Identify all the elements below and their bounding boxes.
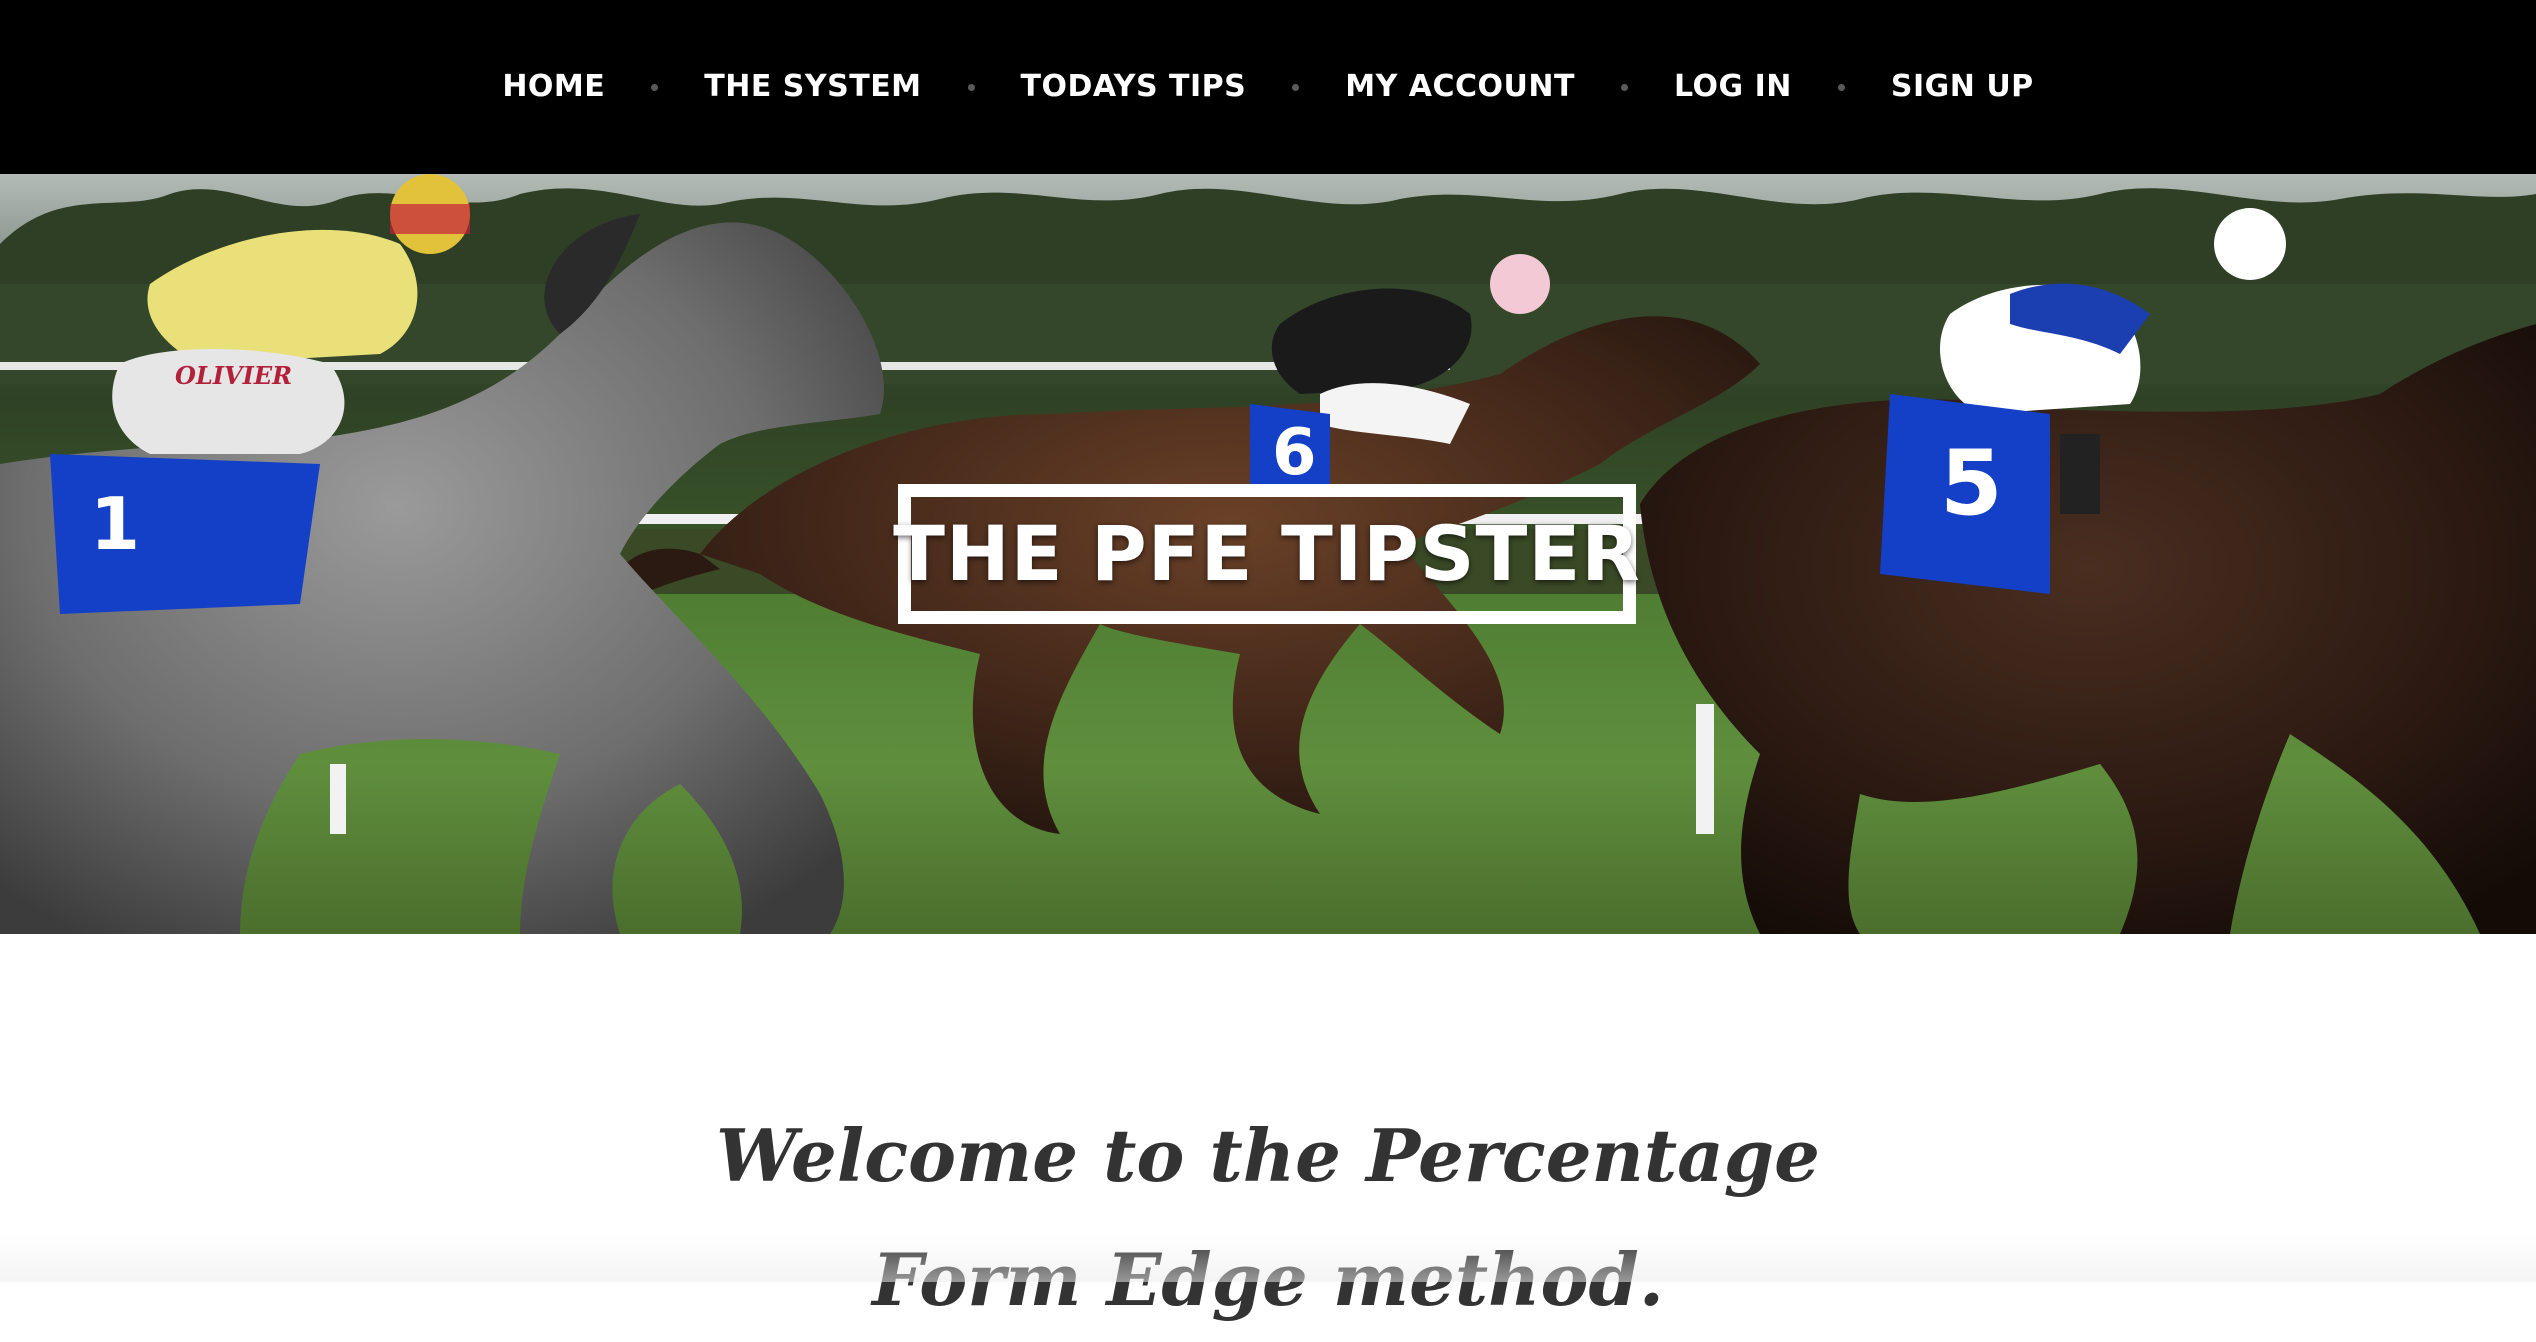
nav-separator-dot [1620,83,1628,91]
nav-separator-dot [651,83,659,91]
nav-todays-tips-link[interactable]: TODAYS TIPS [1019,72,1249,102]
nav-separator-dot [967,83,975,91]
site-title: THE PFE TIPSTER [893,509,1641,598]
nav-home-link[interactable]: HOME [500,72,607,102]
nav-separator-dot [1292,83,1300,91]
nav-log-in-link[interactable]: LOG IN [1672,72,1794,102]
site-title-frame[interactable]: THE PFE TIPSTER [893,484,1640,624]
nav-my-account-link[interactable]: MY ACCOUNT [1343,72,1577,102]
saddle-cloth-number: 6 [1272,416,1317,490]
jockey-name: OLIVIER [175,361,292,390]
top-navigation-bar: HOME THE SYSTEM TODAYS TIPS MY ACCOUNT L… [0,0,2536,174]
welcome-heading: Welcome to the Percentage Form Edge meth… [716,1113,1820,1322]
rail-post [330,764,346,834]
main-menu: HOME THE SYSTEM TODAYS TIPS MY ACCOUNT L… [0,0,2536,174]
rail-post [1696,704,1714,834]
nav-separator-dot [1837,83,1845,91]
hero-banner: 5 6 OLIVIER 1 THE PFE TIPSTER [0,174,2536,934]
nav-the-system-link[interactable]: THE SYSTEM [702,72,923,102]
nav-sign-up-link[interactable]: SIGN UP [1889,72,2036,102]
main-content: Welcome to the Percentage Form Edge meth… [0,934,2536,1322]
saddle-cloth-number: 1 [90,482,140,566]
saddle-cloth-number: 5 [1940,431,2003,536]
